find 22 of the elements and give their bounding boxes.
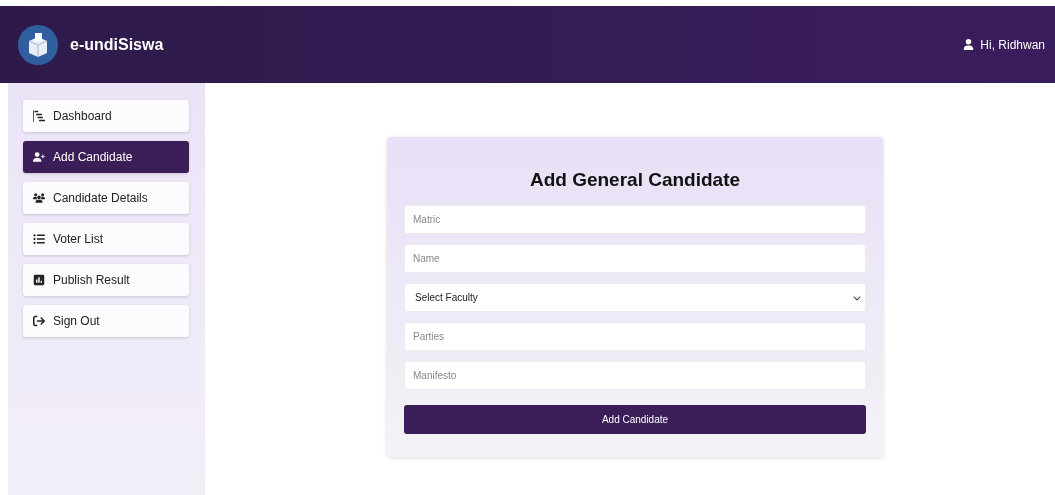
user-plus-icon xyxy=(33,151,45,163)
sidebar-item[interactable]: Voter List xyxy=(23,223,189,255)
faculty-dropdown[interactable]: Select Faculty xyxy=(404,283,866,312)
sidebar-item[interactable]: Sign Out xyxy=(23,305,189,337)
input-field[interactable]: Parties xyxy=(404,322,866,351)
sidebar-item[interactable]: Candidate Details xyxy=(23,182,189,214)
sidebar-item[interactable]: Add Candidate xyxy=(23,141,189,173)
user-icon xyxy=(963,39,975,50)
users-icon xyxy=(33,192,45,204)
sidebar-item[interactable]: Dashboard xyxy=(23,100,189,132)
sidebar-item[interactable]: Publish Result xyxy=(23,264,189,296)
add-candidate-button[interactable]: Add Candidate xyxy=(404,405,866,434)
list-icon xyxy=(33,233,45,245)
input-field[interactable]: Name xyxy=(404,244,866,273)
input-field[interactable]: Manifesto xyxy=(404,361,866,390)
input-field[interactable]: Matric xyxy=(404,205,866,234)
ballot-box-logo xyxy=(18,24,58,65)
user-greeting[interactable]: Hi, Ridhwan xyxy=(963,37,1045,52)
bar-chart-icon xyxy=(33,110,45,122)
sign-out-icon xyxy=(33,315,45,327)
app-name: e-undiSiswa xyxy=(70,35,164,54)
form-title: Add General Candidate xyxy=(528,169,742,191)
